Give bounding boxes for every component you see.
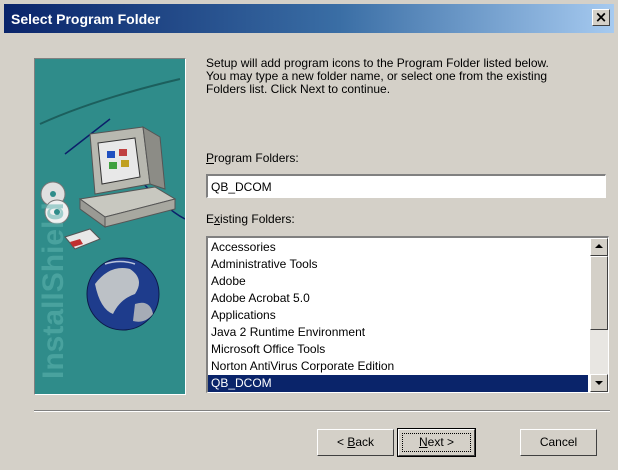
list-item[interactable]: Norton AntiVirus Corporate Edition <box>208 358 588 375</box>
scroll-thumb[interactable] <box>590 256 608 330</box>
installshield-artwork: InstallShield <box>34 58 186 395</box>
existing-folders-label: Existing Folders: <box>206 212 295 226</box>
globe-icon <box>86 257 160 331</box>
list-item[interactable]: Adobe <box>208 273 588 290</box>
separator-line <box>34 410 610 412</box>
list-item[interactable]: Java 2 Runtime Environment <box>208 324 588 341</box>
existing-folders-list[interactable]: Accessories Administrative Tools Adobe A… <box>206 236 609 393</box>
list-item[interactable]: Applications <box>208 307 588 324</box>
scroll-up-button[interactable] <box>590 238 608 256</box>
close-button[interactable]: × <box>592 8 610 26</box>
installshield-watermark: InstallShield <box>37 202 70 379</box>
label-text: rogram Folders: <box>214 151 299 165</box>
dialog-window: Select Program Folder × InstallShield Se… <box>0 0 618 470</box>
window-title: Select Program Folder <box>11 11 161 27</box>
instruction-text: Setup will add program icons to the Prog… <box>206 56 549 96</box>
swoosh-line <box>39 78 181 125</box>
computer-icon <box>78 126 177 228</box>
button-text: < <box>336 435 348 449</box>
accelerator-key: P <box>206 151 215 165</box>
list-item[interactable]: Accessories <box>208 239 588 256</box>
next-button[interactable]: Next > <box>397 428 476 457</box>
back-button[interactable]: < Back <box>317 429 394 456</box>
cancel-button[interactable]: Cancel <box>520 429 597 456</box>
list-item[interactable]: Microsoft Office Tools <box>208 341 588 358</box>
button-text: ack <box>355 435 375 449</box>
program-folder-input[interactable]: QB_DCOM <box>206 174 606 198</box>
list-item[interactable]: Administrative Tools <box>208 256 588 273</box>
scroll-down-button[interactable] <box>590 374 608 392</box>
label-text: E <box>206 212 215 226</box>
program-folders-label: Program Folders: <box>206 151 299 165</box>
list-item[interactable]: Adobe Acrobat 5.0 <box>208 290 588 307</box>
installshield-illustration: InstallShield <box>37 78 185 379</box>
arrow-down-icon <box>595 381 603 385</box>
title-bar[interactable]: Select Program Folder × <box>4 4 614 33</box>
close-icon: × <box>594 8 608 26</box>
label-text: isting Folders: <box>220 212 295 226</box>
arrow-up-icon <box>595 244 603 248</box>
focus-rectangle <box>402 433 471 452</box>
floppy-disk-icon <box>64 228 101 250</box>
list-item-selected[interactable]: QB_DCOM <box>208 375 588 392</box>
vertical-scrollbar[interactable] <box>590 238 608 392</box>
